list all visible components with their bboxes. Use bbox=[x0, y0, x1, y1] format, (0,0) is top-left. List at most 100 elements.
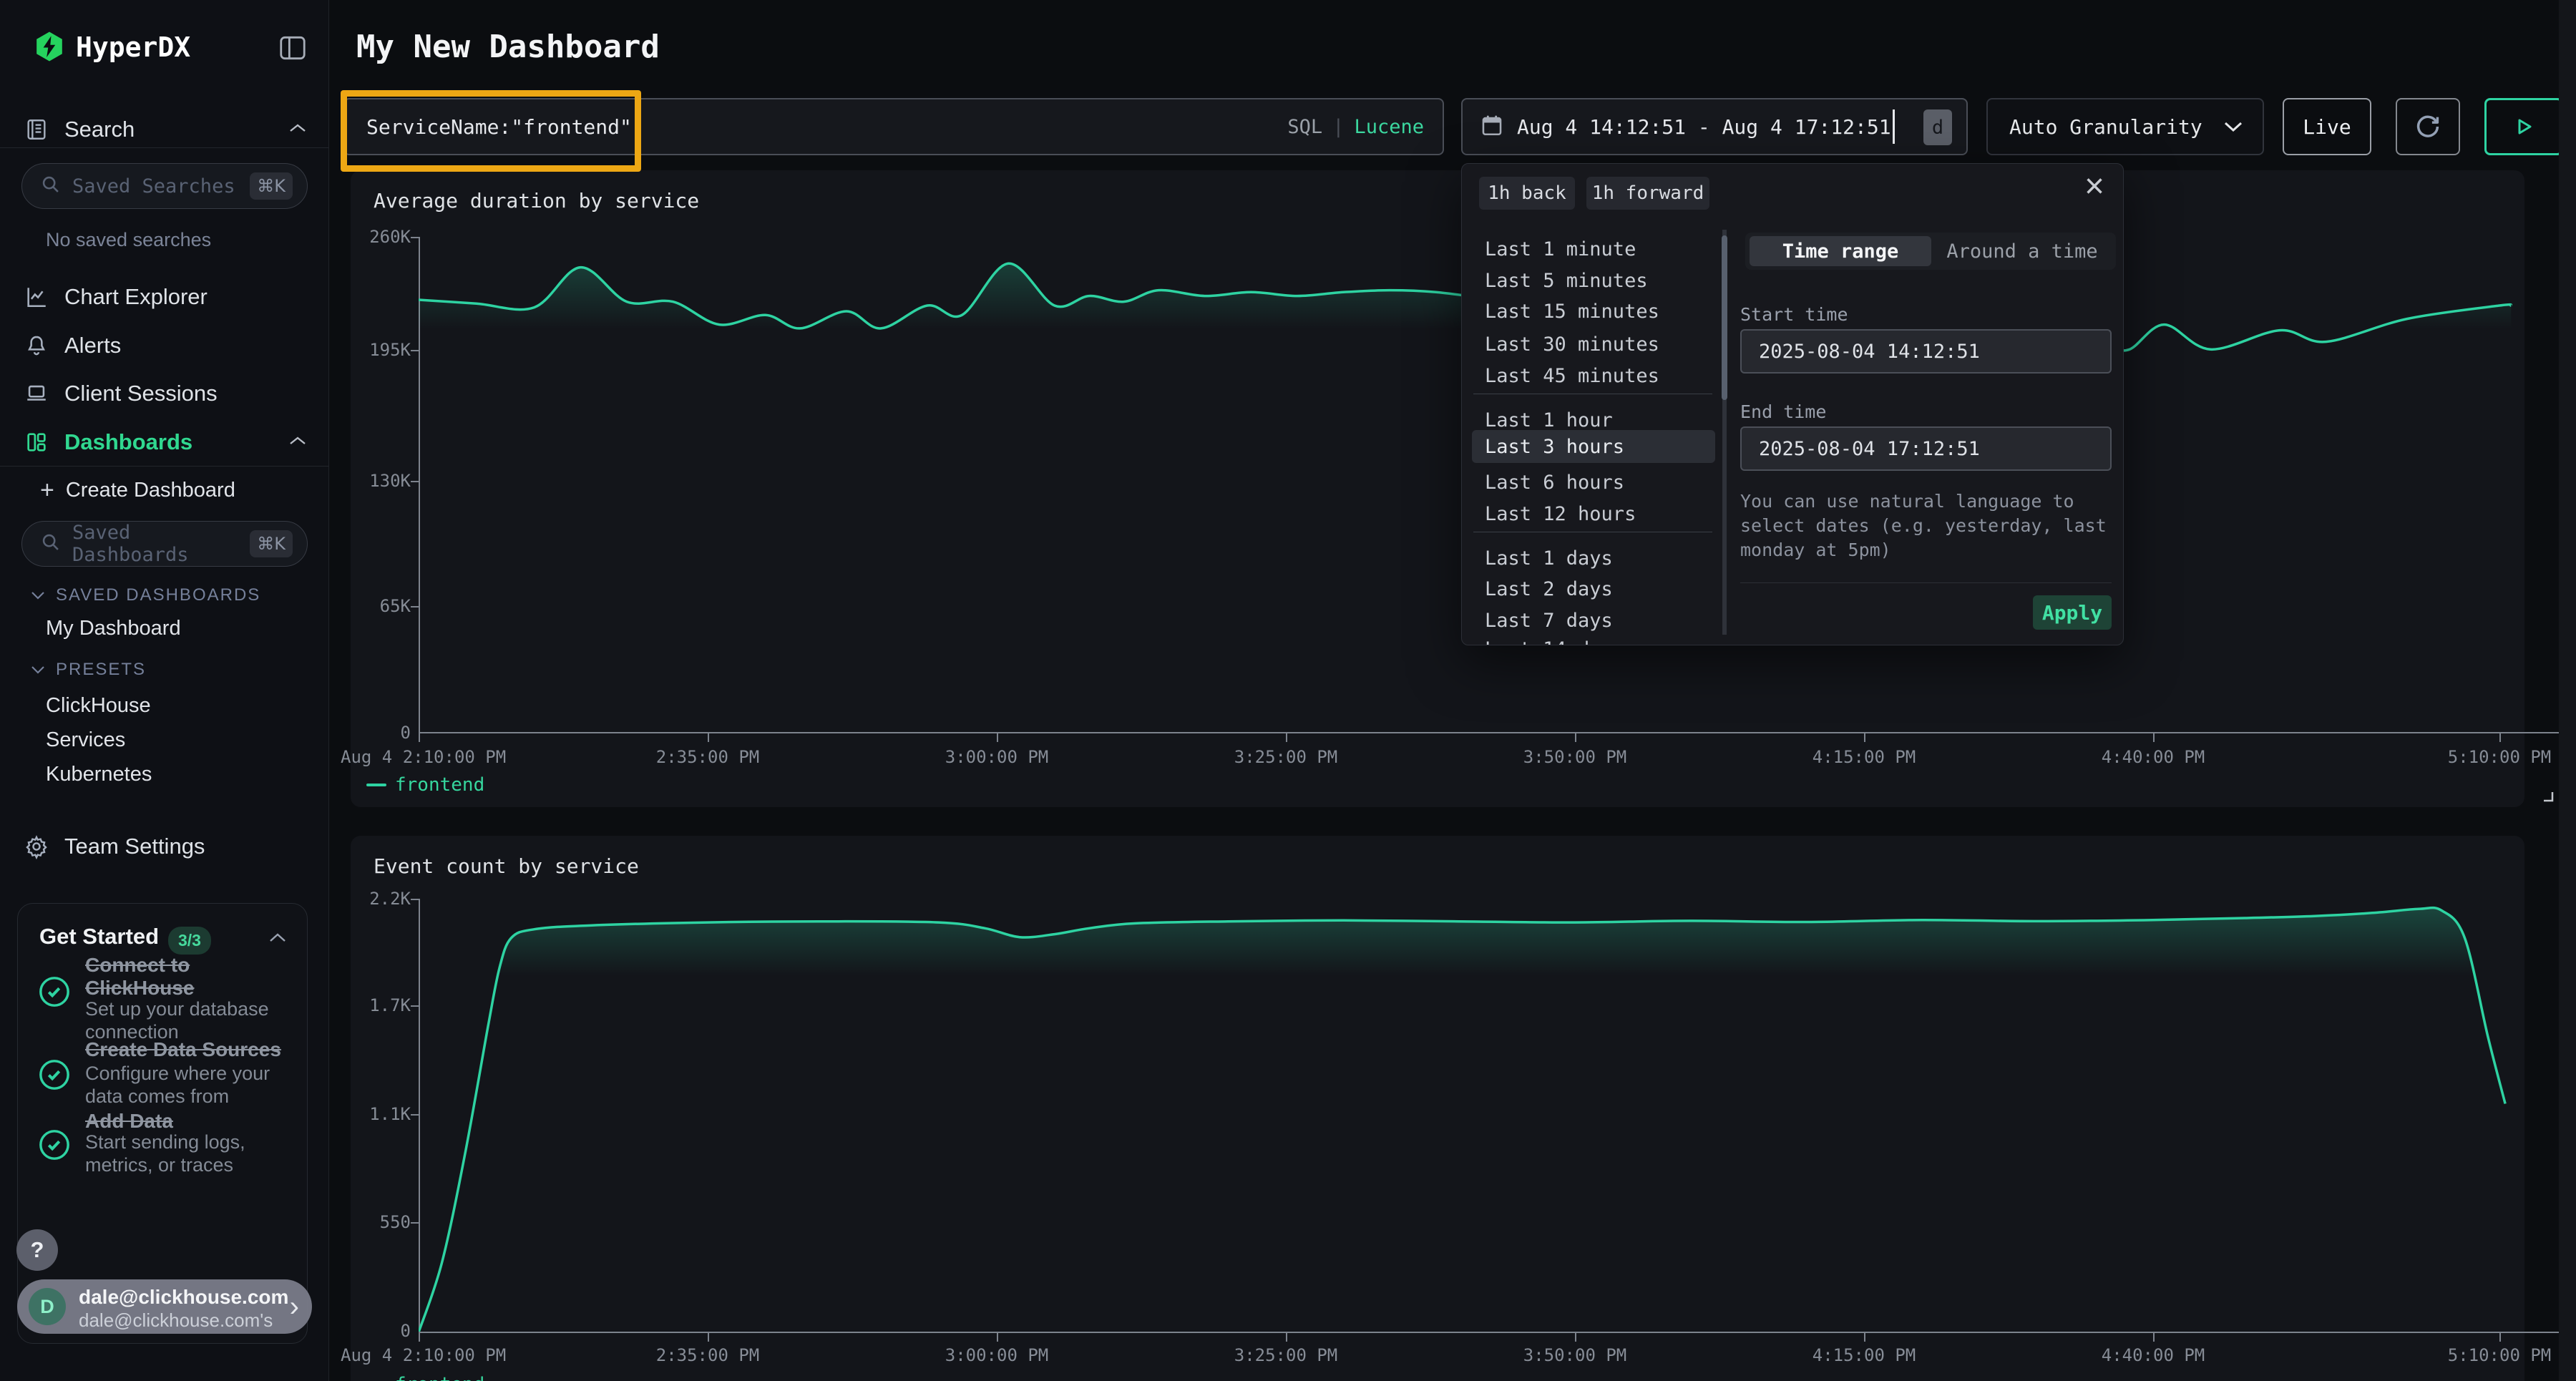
refresh-button[interactable] bbox=[2396, 98, 2460, 155]
user-menu[interactable]: D dale@clickhouse.com dale@clickhouse.co… bbox=[17, 1279, 312, 1334]
lucene-mode-toggle[interactable]: Lucene bbox=[1354, 116, 1424, 138]
sidebar-item-dashboards[interactable]: Dashboards bbox=[0, 419, 329, 466]
sidebar-item-clickhouse[interactable]: ClickHouse bbox=[46, 694, 151, 718]
chevron-down-icon bbox=[30, 590, 46, 600]
scroll-gutter[interactable] bbox=[2559, 0, 2576, 1381]
x-tick-label: 3:25:00 PM bbox=[1234, 1345, 1338, 1365]
x-tick-label: 3:50:00 PM bbox=[1523, 747, 1627, 767]
app-title: HyperDX bbox=[76, 31, 190, 63]
start-time-input[interactable]: 2025-08-04 14:12:51 bbox=[1740, 329, 2112, 374]
sidebar-item-services[interactable]: Services bbox=[46, 728, 125, 752]
live-button[interactable]: Live bbox=[2283, 98, 2371, 155]
end-time-label: End time bbox=[1740, 401, 1826, 422]
section-label: SAVED DASHBOARDS bbox=[56, 585, 260, 605]
x-tick-label: Aug 4 2:10:00 PM bbox=[341, 1345, 506, 1365]
x-tick-label: 3:00:00 PM bbox=[945, 1345, 1049, 1365]
range-option[interactable]: Last 1 days bbox=[1485, 542, 1613, 574]
collapse-sidebar-icon[interactable] bbox=[279, 36, 306, 64]
get-started-item-desc: Configure where your data comes from bbox=[85, 1063, 296, 1108]
x-tick-label: 4:40:00 PM bbox=[2102, 747, 2205, 767]
shortcut-badge: ⌘K bbox=[250, 530, 293, 557]
chart-explorer-icon bbox=[24, 284, 49, 310]
scrollbar-thumb[interactable] bbox=[1722, 235, 1727, 400]
run-query-button[interactable] bbox=[2484, 98, 2563, 155]
granularity-select[interactable]: Auto Granularity bbox=[1986, 98, 2264, 155]
y-tick-label: 260K bbox=[351, 227, 411, 247]
tab-time-range[interactable]: Time range bbox=[1750, 236, 1931, 266]
plus-icon: + bbox=[40, 477, 54, 504]
legend-line-swatch bbox=[366, 784, 386, 786]
range-option[interactable]: Last 1 minute bbox=[1485, 233, 1636, 265]
sidebar-item-label: Chart Explorer bbox=[64, 284, 208, 310]
search-logs-icon bbox=[24, 117, 49, 142]
sidebar-item-chart-explorer[interactable]: Chart Explorer bbox=[0, 273, 329, 321]
sql-mode-toggle[interactable]: SQL bbox=[1287, 116, 1322, 138]
saved-dashboards-header[interactable]: SAVED DASHBOARDS bbox=[30, 585, 260, 605]
tab-around-a-time[interactable]: Around a time bbox=[1933, 236, 2112, 266]
sidebar-item-client-sessions[interactable]: Client Sessions bbox=[0, 370, 329, 417]
apply-button[interactable]: Apply bbox=[2033, 595, 2112, 630]
x-tick-label: Aug 4 2:10:00 PM bbox=[341, 747, 506, 767]
saved-searches-input[interactable]: Saved Searches ⌘K bbox=[21, 163, 308, 209]
hyperdx-logo-icon bbox=[33, 30, 66, 67]
section-label: PRESETS bbox=[56, 660, 146, 680]
create-dashboard-button[interactable]: + Create Dashboard bbox=[40, 477, 235, 504]
legend[interactable]: frontend bbox=[366, 774, 484, 796]
sidebar-item-search[interactable]: Search bbox=[0, 106, 329, 153]
time-range-value: Aug 4 14:12:51 - Aug 4 17:12:51 bbox=[1517, 115, 1891, 139]
sidebar-item-team-settings[interactable]: Team Settings bbox=[0, 823, 329, 870]
legend[interactable]: frontend bbox=[366, 1374, 484, 1381]
range-option[interactable]: Last 2 days bbox=[1485, 573, 1613, 605]
range-option[interactable]: Last 6 hours bbox=[1485, 467, 1624, 498]
saved-dashboards-input[interactable]: Saved Dashboards ⌘K bbox=[21, 521, 308, 567]
sidebar-item-label: Alerts bbox=[64, 333, 121, 358]
x-tick-label: 5:10:00 PM bbox=[2448, 1345, 2552, 1365]
help-button[interactable]: ? bbox=[16, 1229, 58, 1271]
end-time-input[interactable]: 2025-08-04 17:12:51 bbox=[1740, 426, 2112, 471]
saved-searches-placeholder: Saved Searches bbox=[72, 175, 250, 197]
range-option[interactable]: Last 5 minutes bbox=[1485, 265, 1648, 296]
range-option-selected[interactable]: Last 3 hours bbox=[1485, 431, 1624, 462]
range-option[interactable]: Last 12 hours bbox=[1485, 498, 1636, 530]
get-started-item-title[interactable]: Add Data bbox=[85, 1110, 293, 1133]
sidebar-item-my-dashboard[interactable]: My Dashboard bbox=[46, 617, 181, 640]
x-tick-label: 4:40:00 PM bbox=[2102, 1345, 2205, 1365]
y-tick-label: 550 bbox=[351, 1212, 411, 1232]
date-shortcut-badge[interactable]: d bbox=[1923, 109, 1952, 145]
range-option[interactable]: Last 7 days bbox=[1485, 605, 1613, 636]
chart-title: Event count by service bbox=[374, 854, 639, 878]
range-option[interactable]: Last 45 minutes bbox=[1485, 360, 1659, 391]
x-tick-label: 5:10:00 PM bbox=[2448, 747, 2552, 767]
x-tick-label: 2:35:00 PM bbox=[656, 1345, 760, 1365]
x-tick-label: 3:25:00 PM bbox=[1234, 747, 1338, 767]
presets-header[interactable]: PRESETS bbox=[30, 660, 146, 680]
sidebar-item-alerts[interactable]: Alerts bbox=[0, 322, 329, 369]
range-option[interactable]: Last 15 minutes bbox=[1485, 296, 1659, 327]
get-started-item-title[interactable]: Connect to ClickHouse bbox=[85, 954, 293, 1000]
line-chart-event-count[interactable] bbox=[419, 899, 2569, 1332]
get-started-item-title[interactable]: Create Data Sources bbox=[85, 1038, 293, 1061]
text-cursor bbox=[1893, 109, 1895, 144]
x-tick-label: 2:35:00 PM bbox=[656, 747, 760, 767]
laptop-icon bbox=[24, 381, 49, 406]
sidebar-item-kubernetes[interactable]: Kubernetes bbox=[46, 763, 152, 786]
granularity-value: Auto Granularity bbox=[2009, 115, 2202, 139]
resize-handle-icon[interactable] bbox=[2542, 790, 2556, 804]
calendar-icon bbox=[1480, 112, 1504, 141]
shift-back-button[interactable]: 1h back bbox=[1479, 177, 1575, 210]
time-range-input[interactable]: Aug 4 14:12:51 - Aug 4 17:12:51 d bbox=[1461, 98, 1968, 155]
shortcut-badge: ⌘K bbox=[250, 172, 293, 200]
range-option[interactable]: Last 14 days bbox=[1485, 633, 1624, 645]
y-tick-label: 0 bbox=[351, 1321, 411, 1341]
chevron-down-icon bbox=[2223, 120, 2244, 133]
chevron-up-icon[interactable] bbox=[268, 932, 287, 947]
y-tick-label: 0 bbox=[351, 723, 411, 743]
close-icon[interactable]: × bbox=[2084, 167, 2104, 206]
gear-icon bbox=[24, 834, 49, 859]
x-tick-label: 3:00:00 PM bbox=[945, 747, 1049, 767]
create-dashboard-label: Create Dashboard bbox=[66, 479, 235, 502]
shift-forward-button[interactable]: 1h forward bbox=[1586, 177, 1709, 210]
range-option[interactable]: Last 30 minutes bbox=[1485, 328, 1659, 360]
app-root: HyperDX Search Saved Searches ⌘K No save… bbox=[0, 0, 2576, 1381]
search-icon bbox=[41, 175, 61, 198]
